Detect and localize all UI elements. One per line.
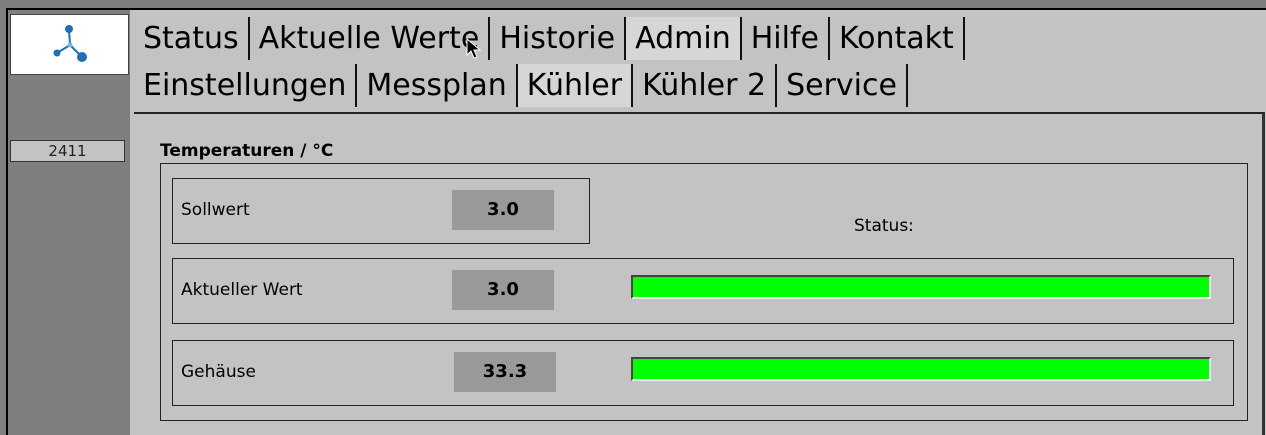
cooler-panel: Temperaturen / °C Sollwert 3.0 Status: A… bbox=[134, 112, 1265, 435]
logo[interactable] bbox=[10, 14, 129, 75]
status-label: Status: bbox=[854, 216, 914, 236]
section-title: Temperaturen / °C bbox=[160, 141, 334, 161]
setpoint-label: Sollwert bbox=[181, 200, 250, 220]
setpoint-row: Sollwert 3.0 bbox=[172, 178, 590, 244]
current-value-label: Aktueller Wert bbox=[181, 280, 303, 300]
secondary-tab-bar: Einstellungen Messplan Kühler Kühler 2 Servi… bbox=[134, 64, 908, 107]
subtab-messplan[interactable]: Messplan bbox=[357, 64, 518, 107]
sidebar: 2411 bbox=[8, 10, 130, 435]
device-id-display: 2411 bbox=[10, 140, 125, 162]
housing-value-display: 33.3 bbox=[454, 352, 556, 392]
tab-status[interactable]: Status bbox=[134, 17, 250, 60]
subtab-k-hler[interactable]: Kühler bbox=[517, 64, 634, 107]
subtab-service[interactable]: Service bbox=[777, 64, 908, 107]
current-value-display: 3.0 bbox=[452, 270, 554, 310]
logo-icon bbox=[53, 24, 87, 62]
subtab-einstellungen[interactable]: Einstellungen bbox=[134, 64, 358, 107]
setpoint-value[interactable]: 3.0 bbox=[452, 190, 554, 230]
app-frame: 2411 Status Aktuelle Werte Historie Admin Hi… bbox=[6, 8, 1266, 435]
housing-label: Gehäuse bbox=[181, 362, 256, 382]
current-value-status-bar bbox=[631, 275, 1211, 299]
current-value-row: Aktueller Wert 3.0 bbox=[172, 258, 1234, 324]
tab-hilfe[interactable]: Hilfe bbox=[742, 17, 830, 60]
subtab-k-hler-2[interactable]: Kühler 2 bbox=[633, 64, 778, 107]
mouse-cursor-icon bbox=[466, 38, 482, 59]
tab-aktuelle-werte[interactable]: Aktuelle Werte bbox=[250, 17, 491, 60]
tab-historie[interactable]: Historie bbox=[490, 17, 627, 60]
tab-kontakt[interactable]: Kontakt bbox=[830, 17, 965, 60]
housing-status-fill bbox=[633, 359, 1209, 379]
housing-row: Gehäuse 33.3 bbox=[172, 340, 1234, 406]
housing-status-bar bbox=[631, 357, 1211, 381]
current-value-status-fill bbox=[633, 277, 1209, 297]
tab-admin[interactable]: Admin bbox=[626, 17, 742, 60]
primary-tab-bar: Status Aktuelle Werte Historie Admin Hilfe Ko… bbox=[134, 17, 965, 60]
